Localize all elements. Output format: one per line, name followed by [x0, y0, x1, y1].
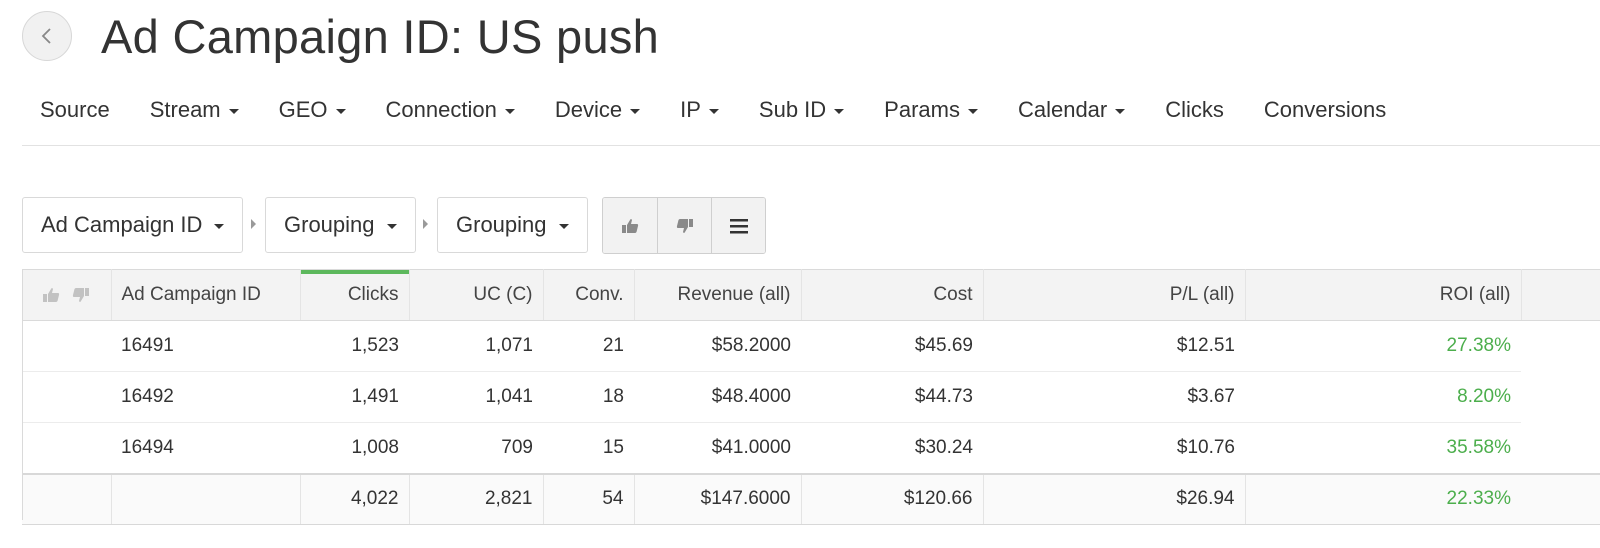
nav-divider: [22, 145, 1600, 146]
nav-item-stream[interactable]: Stream: [150, 97, 239, 123]
back-button[interactable]: [22, 11, 72, 61]
thumbs-up-icon[interactable]: [42, 287, 60, 303]
nav-item-device[interactable]: Device: [555, 97, 641, 123]
caret-down-icon: [228, 108, 239, 114]
header-spacer: [1521, 269, 1600, 321]
thumbs-up-icon: [622, 218, 639, 233]
cell-pl: $3.67: [983, 371, 1245, 423]
cell-roi: 35.58%: [1245, 422, 1521, 474]
cell-clicks: 1,491: [300, 371, 409, 423]
cell-id: 16494: [111, 422, 300, 474]
column-header-uc[interactable]: UC (C): [409, 269, 544, 321]
cell-cost: $44.73: [801, 371, 983, 423]
nav-item-geo[interactable]: GEO: [279, 97, 346, 123]
total-cost: $120.66: [801, 472, 984, 525]
caret-down-icon: [558, 223, 569, 229]
view-toggle-group: [602, 197, 766, 254]
columns-menu-button[interactable]: [711, 198, 765, 253]
thumbs-down-icon[interactable]: [72, 287, 90, 303]
cell-uc: 709: [409, 422, 543, 474]
report-table: Ad Campaign ID Clicks UC (C) Conv. Reven…: [22, 269, 1600, 525]
chevron-left-icon: [41, 28, 51, 44]
caret-down-icon: [967, 108, 978, 114]
caret-down-icon: [630, 108, 641, 114]
page-title: Ad Campaign ID: US push: [101, 10, 660, 63]
cell-id: 16491: [111, 320, 300, 372]
table-row[interactable]: 16491 1,523 1,071 21 $58.2000 $45.69 $12…: [22, 320, 1600, 372]
nav-item-calendar[interactable]: Calendar: [1018, 97, 1126, 123]
cell-cost: $45.69: [801, 320, 983, 372]
total-uc: 2,821: [409, 472, 544, 525]
cell-revenue: $48.4000: [634, 371, 801, 423]
cell-clicks: 1,008: [300, 422, 409, 474]
nav-item-params[interactable]: Params: [884, 97, 978, 123]
cell-uc: 1,041: [409, 371, 543, 423]
column-header-pl[interactable]: P/L (all): [983, 269, 1246, 321]
cell-uc: 1,071: [409, 320, 543, 372]
vote-column-header: [22, 269, 112, 321]
table-total-row: 4,022 2,821 54 $147.6000 $120.66 $26.94 …: [22, 472, 1600, 525]
grouping-select-level2[interactable]: Grouping: [265, 197, 416, 253]
table-header: Ad Campaign ID Clicks UC (C) Conv. Reven…: [22, 269, 1600, 321]
nav-item-source[interactable]: Source: [40, 97, 110, 123]
grouping-select-level3[interactable]: Grouping: [437, 197, 588, 253]
table-row[interactable]: 16494 1,008 709 15 $41.0000 $30.24 $10.7…: [22, 422, 1600, 474]
cell-roi: 27.38%: [1245, 320, 1521, 372]
column-header-clicks[interactable]: Clicks: [300, 269, 410, 321]
column-header-conv[interactable]: Conv.: [543, 269, 635, 321]
nav-item-conversions[interactable]: Conversions: [1264, 97, 1386, 123]
caret-down-icon: [335, 108, 346, 114]
total-clicks: 4,022: [300, 472, 410, 525]
chevron-right-icon: [251, 219, 256, 229]
cell-pl: $12.51: [983, 320, 1245, 372]
thumbs-down-icon: [676, 218, 693, 233]
grouping-select-level1[interactable]: Ad Campaign ID: [22, 197, 244, 253]
nav-item-connection[interactable]: Connection: [386, 97, 515, 123]
total-conv: 54: [543, 472, 635, 525]
cell-conv: 15: [543, 422, 634, 474]
caret-down-icon: [1115, 108, 1126, 114]
table-row[interactable]: 16492 1,491 1,041 18 $48.4000 $44.73 $3.…: [22, 371, 1600, 423]
cell-cost: $30.24: [801, 422, 983, 474]
menu-icon: [729, 218, 748, 233]
cell-id: 16492: [111, 371, 300, 423]
thumbs-up-button[interactable]: [603, 198, 657, 253]
report-nav: Source Stream GEO Connection Device IP S…: [40, 96, 1426, 124]
cell-conv: 18: [543, 371, 634, 423]
cell-roi: 8.20%: [1245, 371, 1521, 423]
column-header-ad-campaign-id[interactable]: Ad Campaign ID: [111, 269, 301, 321]
cell-revenue: $58.2000: [634, 320, 801, 372]
caret-down-icon: [386, 223, 397, 229]
total-roi: 22.33%: [1245, 472, 1521, 525]
nav-item-sub-id[interactable]: Sub ID: [759, 97, 845, 123]
caret-down-icon: [834, 108, 845, 114]
total-pl: $26.94: [983, 472, 1246, 525]
chevron-right-icon: [423, 219, 428, 229]
nav-item-ip[interactable]: IP: [680, 97, 719, 123]
cell-conv: 21: [543, 320, 634, 372]
cell-revenue: $41.0000: [634, 422, 801, 474]
cell-pl: $10.76: [983, 422, 1245, 474]
caret-down-icon: [214, 223, 225, 229]
nav-item-clicks[interactable]: Clicks: [1165, 97, 1224, 123]
column-header-revenue[interactable]: Revenue (all): [634, 269, 802, 321]
thumbs-down-button[interactable]: [657, 198, 711, 253]
caret-down-icon: [504, 108, 515, 114]
column-header-roi[interactable]: ROI (all): [1245, 269, 1522, 321]
cell-clicks: 1,523: [300, 320, 409, 372]
total-revenue: $147.6000: [634, 472, 802, 525]
caret-down-icon: [708, 108, 719, 114]
column-header-cost[interactable]: Cost: [801, 269, 984, 321]
